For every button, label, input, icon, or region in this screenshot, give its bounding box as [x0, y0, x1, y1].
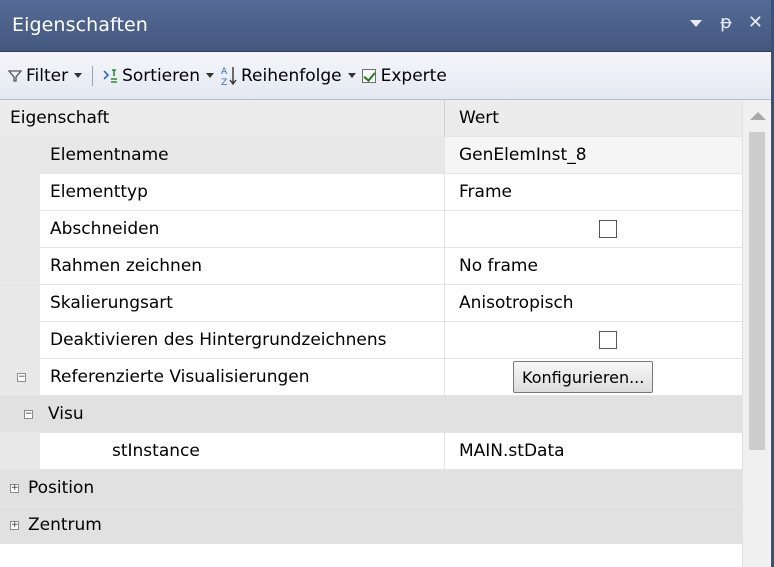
disable-background-checkbox[interactable]	[599, 331, 617, 349]
filter-label: Filter	[26, 65, 69, 86]
property-name: Elementname	[50, 145, 169, 165]
property-name: Referenzierte Visualisierungen	[50, 367, 310, 387]
property-value[interactable]: Anisotropisch	[459, 293, 574, 313]
svg-text:Z: Z	[221, 78, 227, 87]
property-row[interactable]: Elementname GenElemInst_8	[0, 137, 742, 174]
svg-text:A: A	[221, 67, 228, 77]
filter-button[interactable]: Filter	[8, 65, 83, 86]
sort-icon	[103, 68, 118, 83]
properties-window: Eigenschaften ᵽ ✕ Filter Sortieren A Z R…	[0, 0, 774, 567]
category-name: Position	[28, 478, 95, 498]
dropdown-arrow-icon[interactable]	[680, 12, 704, 33]
vertical-scrollbar[interactable]	[742, 100, 771, 567]
property-row[interactable]: Rahmen zeichnen No frame	[0, 248, 742, 285]
property-row[interactable]: Skalierungsart Anisotropisch	[0, 285, 742, 322]
expert-label: Experte	[380, 65, 447, 86]
grid-header: Eigenschaft Wert	[0, 100, 742, 137]
toolbar-separator	[92, 65, 94, 86]
property-row[interactable]: Deaktivieren des Hintergrundzeichnens	[0, 322, 742, 359]
property-row[interactable]: Abschneiden	[0, 211, 742, 248]
title-bar: Eigenschaften ᵽ ✕	[0, 0, 771, 52]
order-label: Reihenfolge	[241, 65, 342, 86]
group-row-visu[interactable]: − Visu	[0, 396, 742, 433]
order-button[interactable]: A Z Reihenfolge	[220, 65, 356, 87]
property-grid: Eigenschaft Wert Elementname GenElemInst…	[0, 100, 742, 544]
close-icon[interactable]: ✕	[748, 12, 763, 33]
order-dropdown-icon	[347, 73, 356, 78]
scroll-thumb[interactable]	[749, 132, 765, 450]
expert-checkbox[interactable]	[361, 68, 376, 83]
clip-checkbox[interactable]	[599, 220, 617, 238]
scroll-up-icon[interactable]	[750, 112, 766, 120]
group-name: Visu	[48, 404, 84, 424]
sort-label: Sortieren	[122, 65, 200, 86]
property-name: Skalierungsart	[50, 293, 173, 313]
column-header-property[interactable]: Eigenschaft	[10, 108, 109, 128]
property-name: Abschneiden	[50, 219, 160, 239]
property-row[interactable]: − Referenzierte Visualisierungen Konfigu…	[0, 359, 742, 396]
property-name: stInstance	[112, 441, 200, 461]
property-name: Deaktivieren des Hintergrundzeichnens	[50, 330, 387, 350]
property-row[interactable]: Elementtyp Frame	[0, 174, 742, 211]
configure-button[interactable]: Konfigurieren...	[513, 361, 654, 393]
property-value[interactable]: GenElemInst_8	[459, 145, 587, 165]
expert-toggle[interactable]: Experte	[361, 65, 447, 86]
filter-dropdown-icon	[74, 73, 83, 78]
sort-dropdown-icon	[206, 73, 214, 78]
column-header-value[interactable]: Wert	[459, 108, 499, 128]
filter-icon	[8, 69, 22, 82]
toolbar: Filter Sortieren A Z Reihenfolge Experte	[0, 52, 771, 100]
property-value[interactable]: Frame	[459, 182, 512, 202]
pin-icon[interactable]: ᵽ	[720, 12, 732, 33]
window-title: Eigenschaften	[12, 14, 148, 36]
az-order-icon: A Z	[221, 66, 237, 87]
category-row-zentrum[interactable]: + Zentrum	[0, 507, 742, 544]
property-name: Rahmen zeichnen	[50, 256, 203, 276]
category-name: Zentrum	[28, 515, 102, 535]
sort-button[interactable]: Sortieren	[101, 66, 214, 86]
property-row[interactable]: stInstance MAIN.stData	[0, 433, 742, 470]
category-row-position[interactable]: + Position	[0, 470, 742, 507]
property-value[interactable]: MAIN.stData	[459, 441, 565, 461]
property-name: Elementtyp	[50, 182, 148, 202]
property-value[interactable]: No frame	[459, 256, 538, 276]
